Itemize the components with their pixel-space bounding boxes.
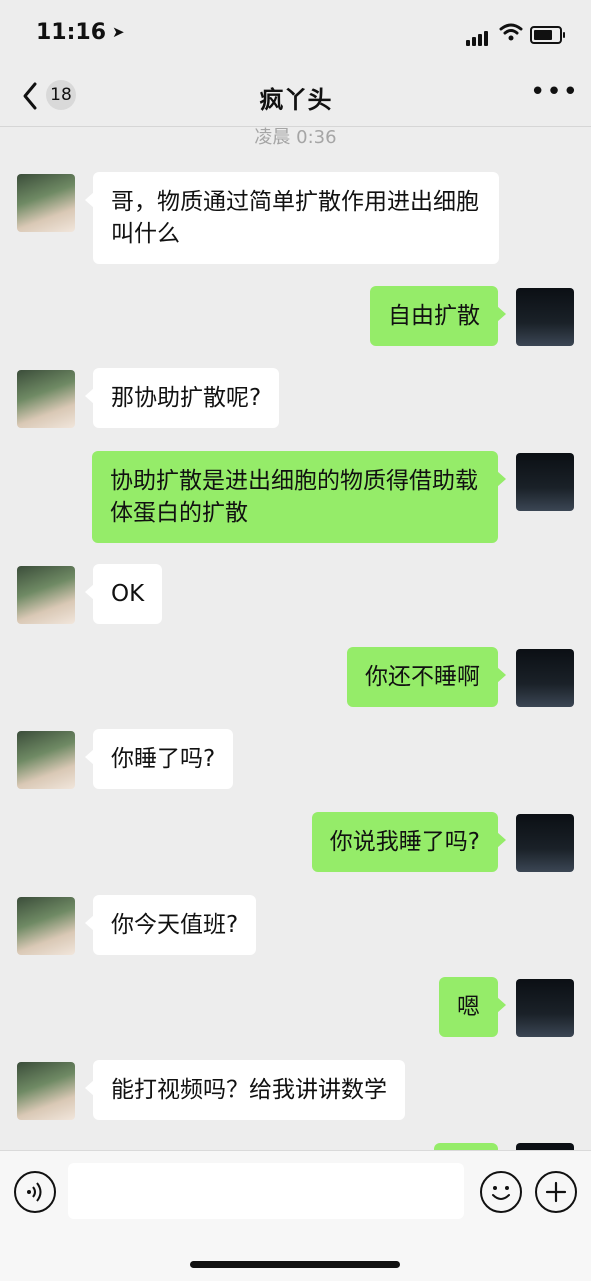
sent-message-bubble[interactable]: 嗯	[439, 977, 506, 1037]
my-avatar[interactable]	[516, 453, 574, 511]
received-message-bubble[interactable]: 能打视频吗？给我讲讲数学	[85, 1060, 405, 1120]
location-arrow-icon: ➤	[112, 23, 125, 41]
contact-avatar[interactable]	[17, 1062, 75, 1120]
received-message-bubble[interactable]: 哥，物质通过简单扩散作用进出细胞叫什么	[85, 172, 499, 264]
plus-button[interactable]	[535, 1171, 577, 1213]
sent-message-bubble[interactable]: 你还不睡啊	[347, 647, 506, 707]
status-bar: 11:16 ➤	[0, 0, 591, 64]
emoji-button[interactable]	[480, 1171, 522, 1213]
received-message-bubble[interactable]: OK	[84, 564, 163, 624]
home-indicator	[190, 1261, 400, 1268]
contact-avatar[interactable]	[17, 566, 75, 624]
my-avatar[interactable]	[516, 979, 574, 1037]
status-time: 11:16 ➤	[36, 20, 125, 45]
chat-title: 疯丫头	[259, 86, 332, 114]
voice-button[interactable]	[14, 1171, 56, 1213]
plus-icon	[545, 1181, 567, 1203]
more-button[interactable]: •••	[530, 79, 579, 105]
contact-avatar[interactable]	[17, 897, 75, 955]
received-message-bubble[interactable]: 那协助扩散呢?	[84, 368, 280, 428]
received-message-bubble[interactable]: 你今天值班?	[84, 895, 257, 955]
my-avatar[interactable]	[516, 814, 574, 872]
contact-avatar[interactable]	[17, 731, 75, 789]
received-message-bubble[interactable]: 你睡了吗?	[84, 729, 234, 789]
signal-icon	[466, 27, 490, 46]
contact-avatar[interactable]	[17, 370, 75, 428]
wifi-icon	[499, 23, 523, 41]
sent-message-bubble[interactable]: 自由扩散	[370, 286, 506, 346]
voice-icon	[27, 1182, 42, 1202]
my-avatar[interactable]	[516, 649, 574, 707]
chat-header: 18 疯丫头 •••	[0, 64, 591, 127]
sent-message-bubble[interactable]: 协助扩散是进出细胞的物质得借助载体蛋白的扩散	[92, 451, 506, 543]
message-input[interactable]	[68, 1163, 464, 1219]
more-icon: •••	[530, 77, 580, 107]
message-timestamp: 凌晨 0:36	[254, 127, 337, 148]
emoji-icon	[492, 1186, 510, 1200]
sent-message-bubble[interactable]: 你说我睡了吗?	[311, 812, 507, 872]
contact-avatar[interactable]	[17, 174, 75, 232]
input-bar	[0, 1150, 591, 1281]
my-avatar[interactable]	[516, 288, 574, 346]
battery-icon	[530, 26, 565, 44]
